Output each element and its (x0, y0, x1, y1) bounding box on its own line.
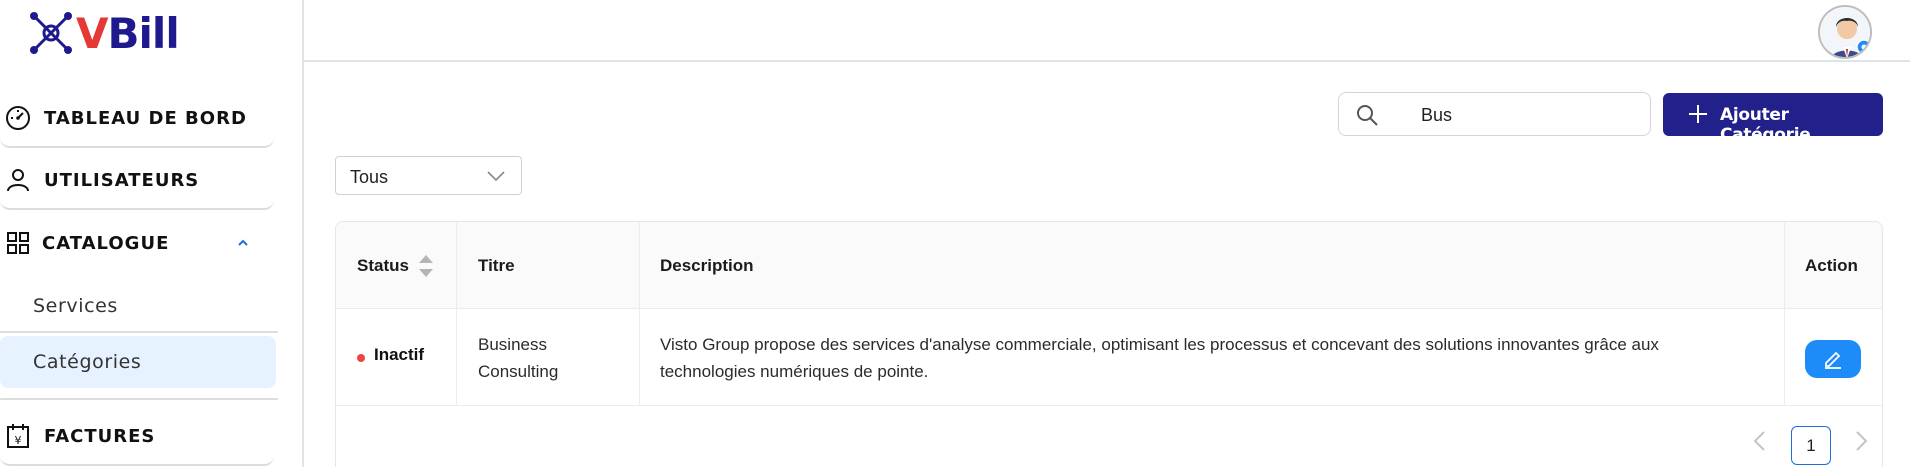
brand-logo[interactable]: VBill (26, 8, 180, 58)
sidebar-subitem-label: Services (33, 295, 118, 317)
status-dot (357, 354, 365, 362)
search-icon (1357, 105, 1378, 126)
sidebar-item-label: TABLEAU DE BORD (44, 107, 247, 129)
table-header: Status Titre Description Action (336, 222, 1882, 309)
sidebar-item-utilisateurs[interactable]: UTILISATEURS (0, 152, 274, 210)
add-category-button[interactable]: Ajouter Catégorie (1663, 93, 1883, 145)
brand-name: VBill (76, 8, 180, 58)
column-header-titre: Titre (478, 255, 515, 275)
search-box[interactable] (1338, 92, 1651, 136)
sidebar-item-label: FACTURES (44, 425, 156, 447)
pagination-page-1[interactable]: 1 (1791, 426, 1831, 465)
categories-table: Status Titre Description Action Inactif … (335, 221, 1883, 467)
chevron-down-icon (487, 171, 505, 182)
sidebar-item-tableau-de-bord[interactable]: TABLEAU DE BORD (0, 90, 274, 148)
table-row[interactable]: Inactif Business Consulting Visto Group … (336, 310, 1882, 406)
search-input[interactable] (1421, 103, 1641, 127)
status-filter-value: Tous (350, 167, 389, 187)
status-filter-select[interactable]: Tous (335, 156, 522, 195)
app-root: VBill TABLEAU DE BORD UTILISATEURS CATAL… (0, 0, 1910, 467)
sidebar-item-factures[interactable]: ¥ FACTURES (0, 408, 274, 466)
top-header (304, 0, 1910, 62)
column-header-status[interactable]: Status (357, 222, 409, 309)
next-page-icon[interactable] (1849, 428, 1873, 454)
sidebar-item-catalogue[interactable]: CATALOGUE (0, 214, 274, 272)
pencil-icon (1825, 351, 1841, 369)
status-badge: Inactif (374, 345, 425, 364)
sort-icon[interactable] (416, 249, 436, 283)
divider (0, 331, 278, 333)
category-description: Visto Group propose des services d'analy… (660, 335, 1659, 381)
svg-text:¥: ¥ (15, 434, 22, 447)
column-header-action: Action (1805, 255, 1858, 275)
column-header-description: Description (660, 255, 754, 275)
network-logo-icon (30, 12, 72, 54)
sidebar-subitem-label: Catégories (33, 351, 142, 373)
invoice-calendar-icon: ¥ (4, 422, 32, 450)
divider (0, 398, 278, 400)
sidebar-item-label: CATALOGUE (42, 232, 170, 254)
avatar[interactable] (1818, 5, 1872, 59)
grid-icon (4, 229, 32, 257)
sidebar-item-label: UTILISATEURS (44, 169, 200, 191)
user-icon (4, 166, 32, 194)
add-category-label: Ajouter Catégorie (1720, 105, 1811, 145)
sidebar-subitem-services[interactable]: Services (0, 280, 276, 332)
edit-button[interactable] (1805, 340, 1861, 378)
category-title: Business Consulting (478, 335, 559, 381)
plus-icon (1689, 105, 1707, 123)
chevron-up-icon[interactable] (236, 236, 250, 250)
dashboard-gauge-icon (4, 104, 32, 132)
previous-page-icon[interactable] (1748, 428, 1772, 454)
sidebar: VBill TABLEAU DE BORD UTILISATEURS CATAL… (0, 0, 304, 467)
sidebar-subitem-categories[interactable]: Catégories (0, 336, 276, 388)
